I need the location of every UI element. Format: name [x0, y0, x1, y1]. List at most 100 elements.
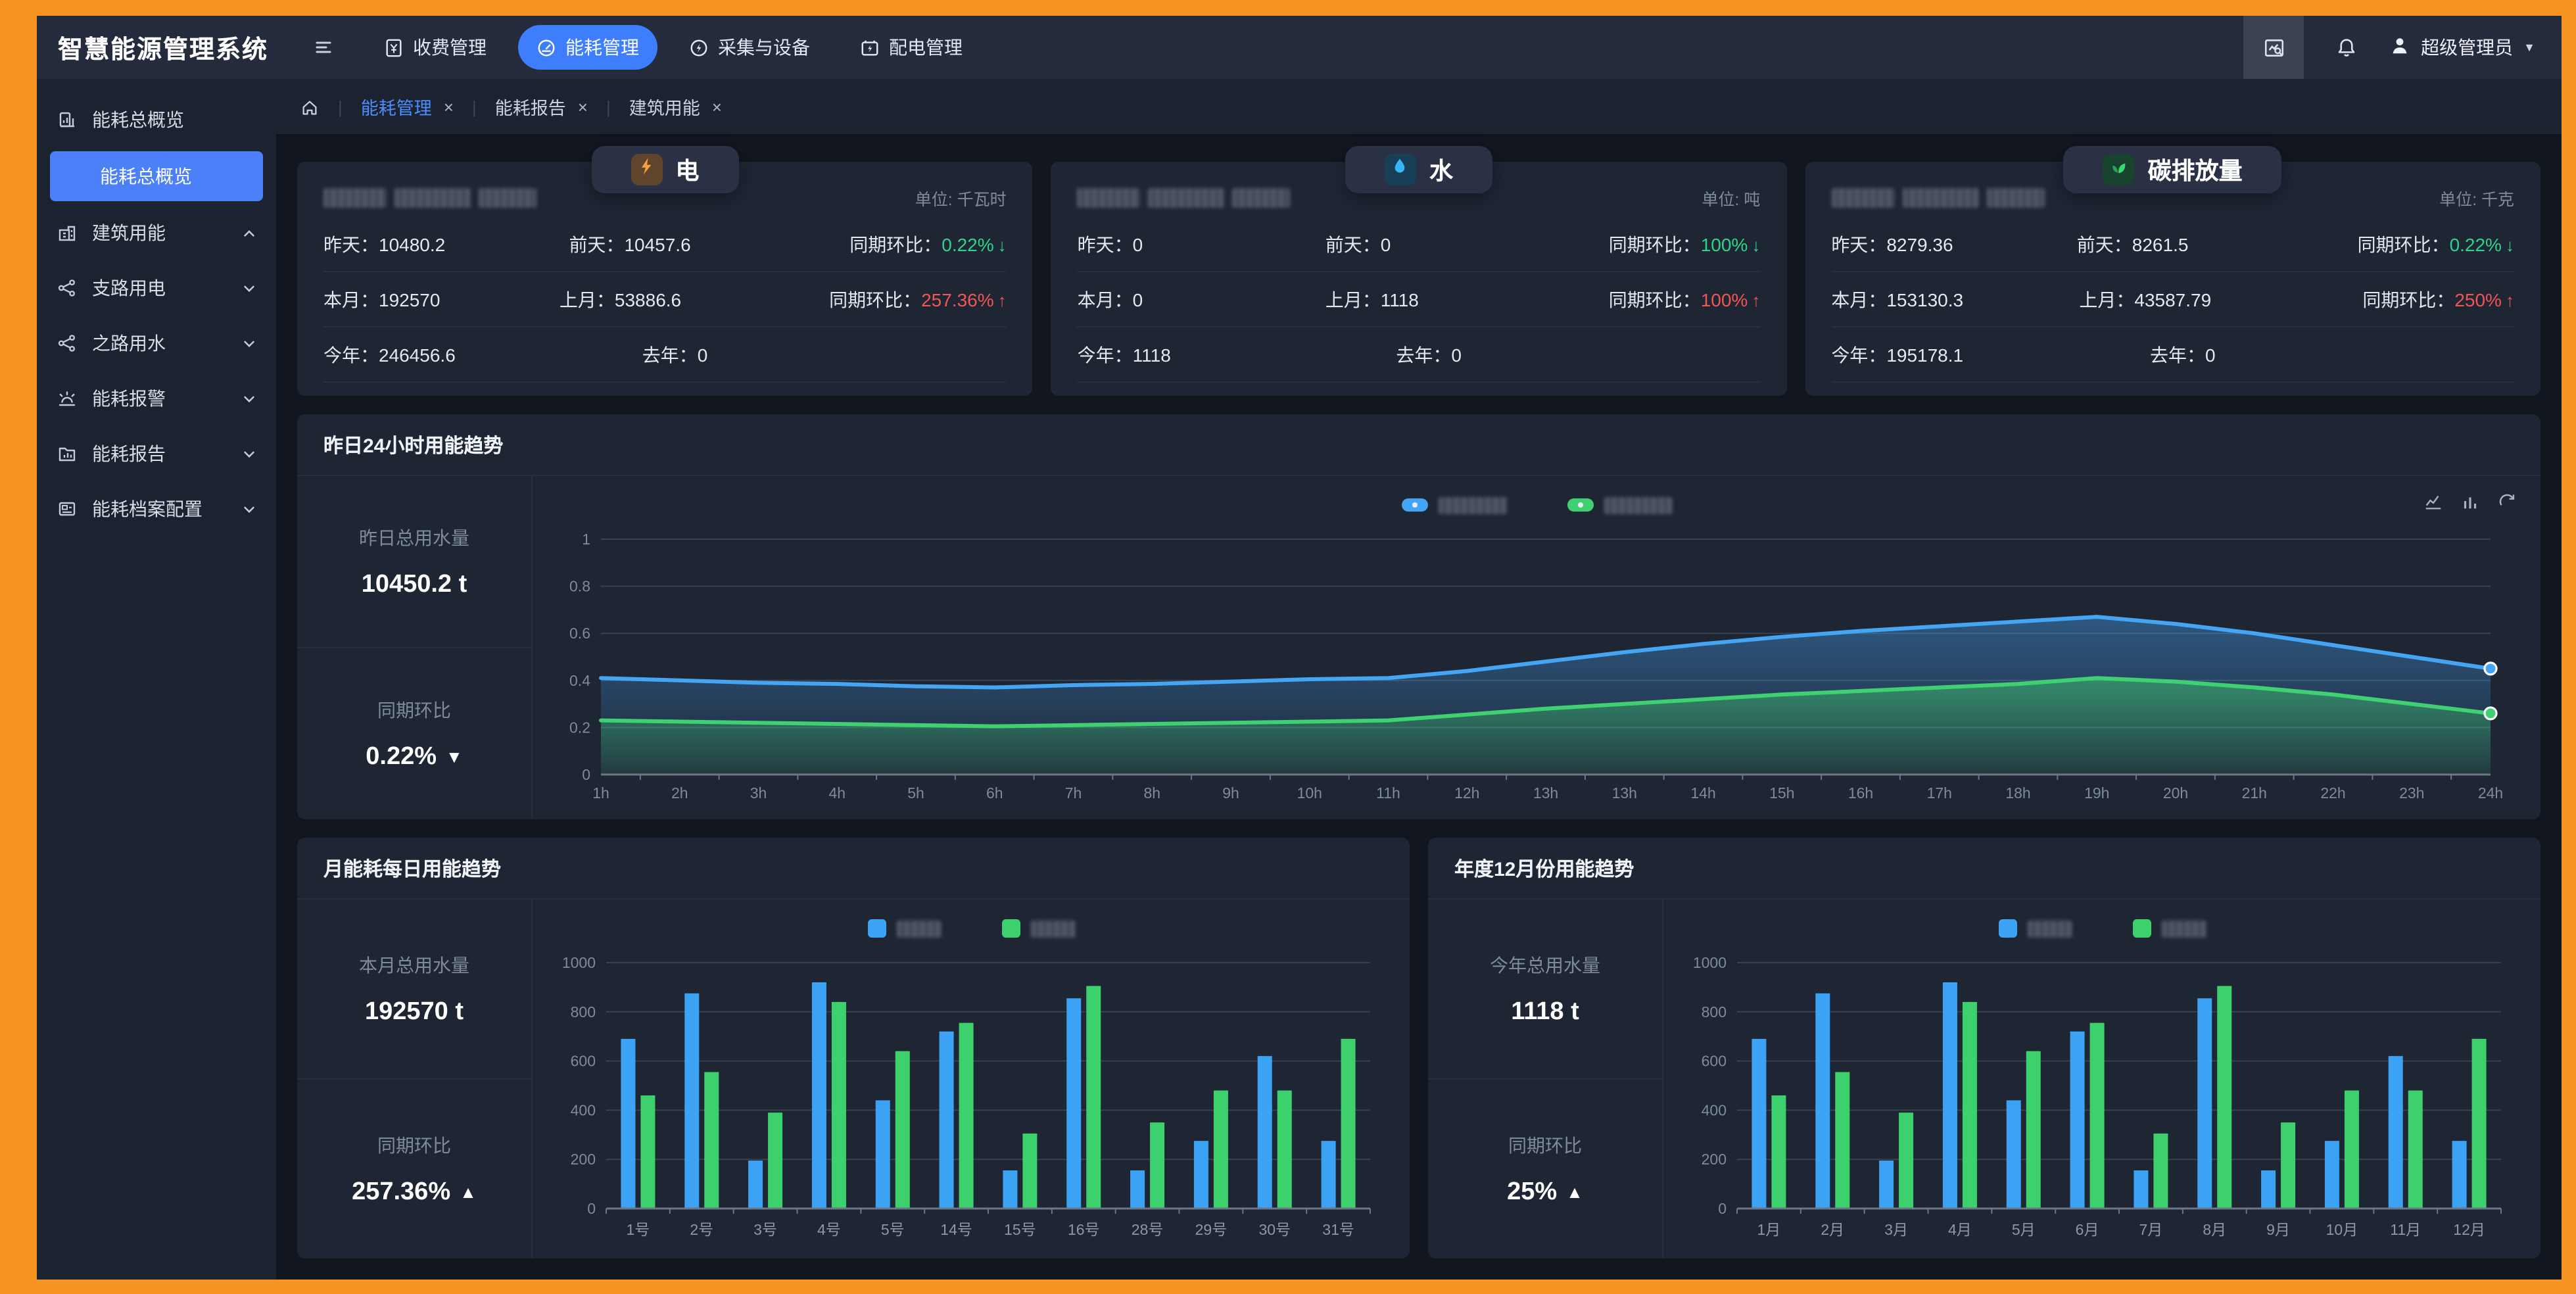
panel-stat-label: 昨日总用水量 [359, 524, 469, 550]
stat-cell: 本月：0 [1078, 286, 1325, 312]
report-panel-icon[interactable] [2243, 16, 2304, 79]
nav-item-label: 收费管理 [413, 34, 487, 60]
svg-text:9月: 9月 [2266, 1221, 2290, 1238]
close-icon[interactable]: × [444, 97, 454, 116]
redacted-text [1604, 496, 1672, 514]
overview-icon [57, 109, 78, 130]
legend-item[interactable] [1998, 919, 2072, 938]
stat-value: 8261.5 [2132, 233, 2189, 254]
bell-icon[interactable] [2335, 36, 2358, 59]
tab-item[interactable]: 能耗报告× [495, 93, 588, 120]
legend-marker [1001, 919, 1020, 938]
legend-item[interactable] [1401, 496, 1506, 514]
stat-label: 同期环比： [1609, 289, 1701, 310]
hourly-stat-panel: 昨日总用水量10450.2 t 同期环比 0.22%▼ [297, 476, 533, 819]
svg-text:800: 800 [571, 1003, 596, 1020]
stat-cell: 本月：192570 [323, 286, 560, 312]
panel-stat-label: 同期环比 [377, 696, 451, 723]
chart-legend [554, 907, 1389, 949]
home-icon[interactable] [300, 97, 320, 116]
panel-stat: 同期环比25%▲ [1428, 1078, 1662, 1258]
chevron-down-icon [242, 446, 256, 461]
svg-text:14h: 14h [1690, 784, 1715, 802]
stat-label: 同期环比： [2358, 233, 2450, 254]
svg-text:3月: 3月 [1884, 1221, 1908, 1238]
stat-cell: 同期环比：0.22%↓ [849, 231, 1006, 257]
fee-icon [384, 37, 404, 57]
close-icon[interactable]: × [712, 97, 722, 116]
hourly-trend-card: 昨日24小时用能趋势 昨日总用水量10450.2 t同期环比0.22%▼ 00.… [297, 414, 2540, 819]
hamburger-icon[interactable] [313, 37, 334, 58]
svg-text:30号: 30号 [1258, 1221, 1291, 1238]
svg-text:5h: 5h [907, 784, 924, 802]
sidebar-item[interactable]: 之路用水 [37, 316, 276, 371]
svg-text:0.2: 0.2 [569, 719, 590, 736]
legend-marker [1998, 919, 2016, 938]
redacted-text [1986, 187, 2044, 207]
building-icon [57, 222, 78, 243]
svg-text:400: 400 [1702, 1101, 1727, 1118]
hourly-line-chart: 00.20.40.60.811h2h3h4h5h6h7h8h9h10h11h12… [554, 526, 2519, 809]
svg-text:11月: 11月 [2390, 1221, 2421, 1238]
stat-card-icon-chip [631, 154, 662, 185]
chevron-down-icon [242, 391, 256, 406]
panel-stat-value: 0.22%▼ [366, 742, 463, 771]
redacted-text [1030, 920, 1075, 937]
nav-item[interactable]: 收费管理 [366, 25, 505, 70]
close-icon[interactable]: × [578, 97, 588, 116]
stat-row: 本月：192570上月：53886.6同期环比：257.36%↑ [323, 272, 1007, 327]
legend-item[interactable] [1567, 496, 1672, 514]
panel-stat: 同期环比257.36%▲ [297, 1078, 531, 1258]
chevron-up-icon [242, 226, 256, 240]
redacted-text [1902, 187, 1978, 207]
stat-cell: 今年：246456.6 [323, 341, 642, 368]
sidebar-item[interactable]: 能耗报警 [37, 371, 276, 426]
tab-item[interactable]: 建筑用能× [629, 93, 722, 120]
arrow-down-icon: ↓ [2506, 235, 2514, 254]
line-chart-icon[interactable] [2423, 492, 2443, 512]
stat-row: 昨天：8279.36前天：8261.5同期环比：0.22%↓ [1831, 217, 2514, 272]
stat-card-title: 电 [675, 153, 699, 187]
bottom-charts-row: 月能耗每日用能趋势 本月总用水量192570 t同期环比257.36%▲ 020… [297, 838, 2540, 1258]
restore-icon[interactable] [2497, 492, 2517, 512]
panel-stat: 昨日总用水量10450.2 t [297, 476, 531, 647]
stat-value: 100% [1701, 233, 1748, 254]
sidebar-item[interactable]: 能耗总概览 [37, 92, 276, 147]
nav-item[interactable]: 采集与设备 [671, 25, 828, 70]
svg-text:6月: 6月 [2076, 1221, 2099, 1238]
panel-stat-value: 1118 t [1511, 997, 1579, 1026]
legend-item[interactable] [867, 919, 941, 938]
stat-card-title: 碳排放量 [2148, 153, 2243, 187]
user-menu[interactable]: 超级管理员 ▼ [2389, 34, 2535, 60]
sidebar-subitem-active[interactable]: 能耗总概览 [50, 151, 263, 201]
svg-text:24h: 24h [2478, 784, 2503, 802]
sidebar-item-label: 能耗总概览 [92, 107, 184, 133]
stat-label: 昨天： [323, 233, 379, 254]
stat-card: 电单位: 千瓦时昨天：10480.2前天：10457.6同期环比：0.22%↓本… [297, 162, 1033, 396]
sidebar-item[interactable]: 能耗报告 [37, 426, 276, 481]
redacted-text [479, 187, 537, 207]
sidebar-item[interactable]: 能耗档案配置 [37, 481, 276, 537]
lightning-icon [636, 156, 656, 183]
sidebar-item-label: 能耗报告 [92, 441, 166, 467]
nav-item[interactable]: 配电管理 [842, 25, 981, 70]
stat-value: 53886.6 [615, 289, 681, 310]
tab-item[interactable]: 能耗管理× [361, 93, 454, 120]
sidebar-item[interactable]: 支路用电 [37, 260, 276, 316]
panel-stat-label: 本月总用水量 [359, 951, 469, 978]
stat-cell: 今年：195178.1 [1831, 341, 2150, 368]
nav-item[interactable]: 能耗管理 [518, 25, 657, 70]
panel-stat-value: 192570 t [365, 997, 464, 1026]
stat-card-title: 水 [1429, 153, 1453, 187]
card-title: 年度12月份用能趋势 [1428, 838, 2540, 899]
bar-chart-icon[interactable] [2460, 492, 2480, 512]
monthly-stat-panel: 今年总用水量1118 t同期环比25%▲ [1428, 899, 1663, 1258]
sidebar-item[interactable]: 建筑用能 [37, 205, 276, 260]
chart-toolbox [2423, 492, 2517, 512]
legend-item[interactable] [1001, 919, 1075, 938]
legend-item[interactable] [2132, 919, 2206, 938]
triangle-up-icon: ▲ [460, 1182, 477, 1202]
svg-text:5号: 5号 [881, 1221, 905, 1238]
svg-text:600: 600 [571, 1053, 596, 1070]
svg-text:15号: 15号 [1004, 1221, 1036, 1238]
